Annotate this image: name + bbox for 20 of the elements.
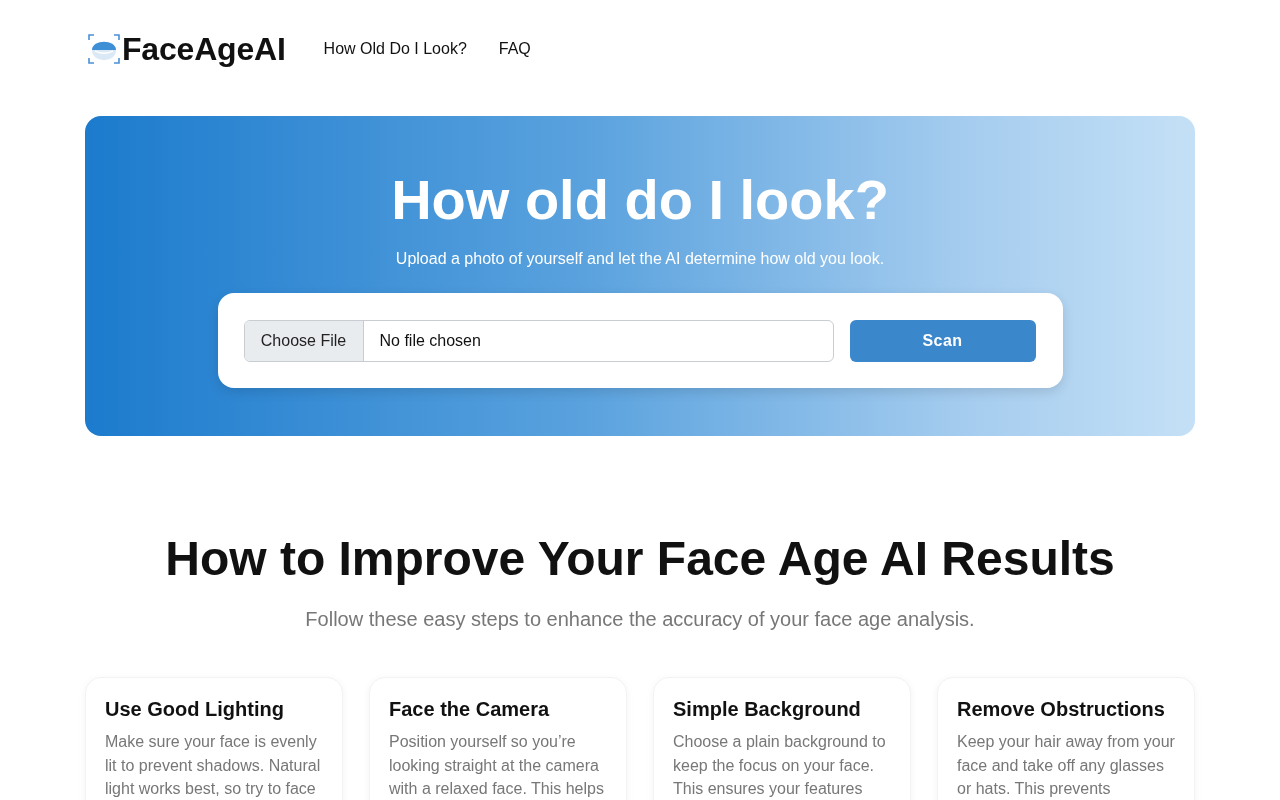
- hero-title: How old do I look?: [391, 167, 889, 233]
- section-title: How to Improve Your Face Age AI Results: [164, 531, 1116, 587]
- tip-text: Position yourself so you’re looking straight at the camera with a relaxed face. This helps: [389, 732, 605, 799]
- section-subtitle: Follow these easy steps to enhance the accuracy of your face age analysis.: [304, 607, 976, 631]
- tip-title: Remove Obstructions: [957, 697, 1166, 721]
- tip-text: Choose a plain background to keep the focus on your face. This ensures your features: [673, 732, 887, 799]
- tip-title: Use Good Lighting: [105, 697, 285, 721]
- tip-text: Make sure your face is evenly lit to prevent shadows. Natural light works best, so try to face: [105, 732, 322, 799]
- hero-subtitle: Upload a photo of yourself and let the AI determine how old you look.: [395, 249, 885, 268]
- choose-file-button[interactable]: Choose File: [244, 321, 364, 361]
- logo-link[interactable]: FaceAgeAI: [88, 30, 286, 68]
- nav-link[interactable]: FAQ: [498, 39, 531, 59]
- file-status-text: No file chosen: [378, 331, 481, 351]
- tip-text: Keep your hair away from your face and take off any glasses or hats. This prevents: [957, 732, 1175, 799]
- nav-link[interactable]: How Old Do I Look?: [323, 39, 467, 59]
- tip-title: Simple Background: [673, 697, 862, 721]
- scan-button[interactable]: Scan: [849, 320, 1036, 362]
- tip-title: Face the Camera: [389, 697, 551, 721]
- face-scan-icon: [88, 33, 120, 65]
- file-input-field[interactable]: Choose File No file chosen: [243, 320, 834, 362]
